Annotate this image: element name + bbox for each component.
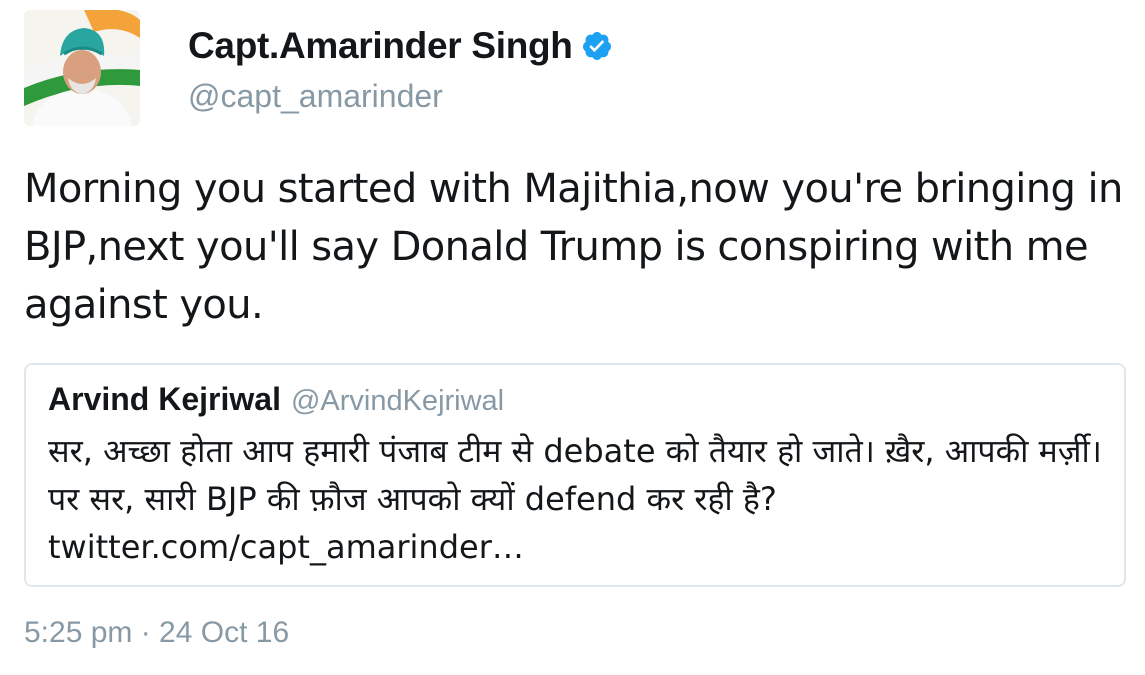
tweet-timestamp[interactable]: 5:25 pm · 24 Oct 16 [24, 616, 289, 650]
verified-badge-icon [581, 30, 613, 62]
author-name-row: Capt.Amarinder Singh [188, 24, 613, 68]
quoted-author-handle: @ArvindKejriwal [290, 385, 505, 417]
quoted-tweet-card[interactable]: Arvind Kejriwal @ArvindKejriwal सर, अच्छ… [24, 363, 1126, 587]
author-avatar[interactable] [24, 10, 140, 126]
tweet-text: Morning you started with Majithia,now yo… [24, 166, 1123, 328]
tweet: Capt.Amarinder Singh @capt_amarinder Mor… [0, 0, 1145, 675]
author-handle[interactable]: @capt_amarinder [188, 78, 443, 115]
avatar-image [24, 10, 140, 126]
author-name[interactable]: Capt.Amarinder Singh [188, 25, 573, 67]
quoted-tweet-text: सर, अच्छा होता आप हमारी पंजाब टीम से deb… [48, 432, 1102, 566]
quoted-author-name: Arvind Kejriwal [48, 381, 281, 417]
quoted-tweet-header: Arvind Kejriwal @ArvindKejriwal [48, 381, 504, 418]
